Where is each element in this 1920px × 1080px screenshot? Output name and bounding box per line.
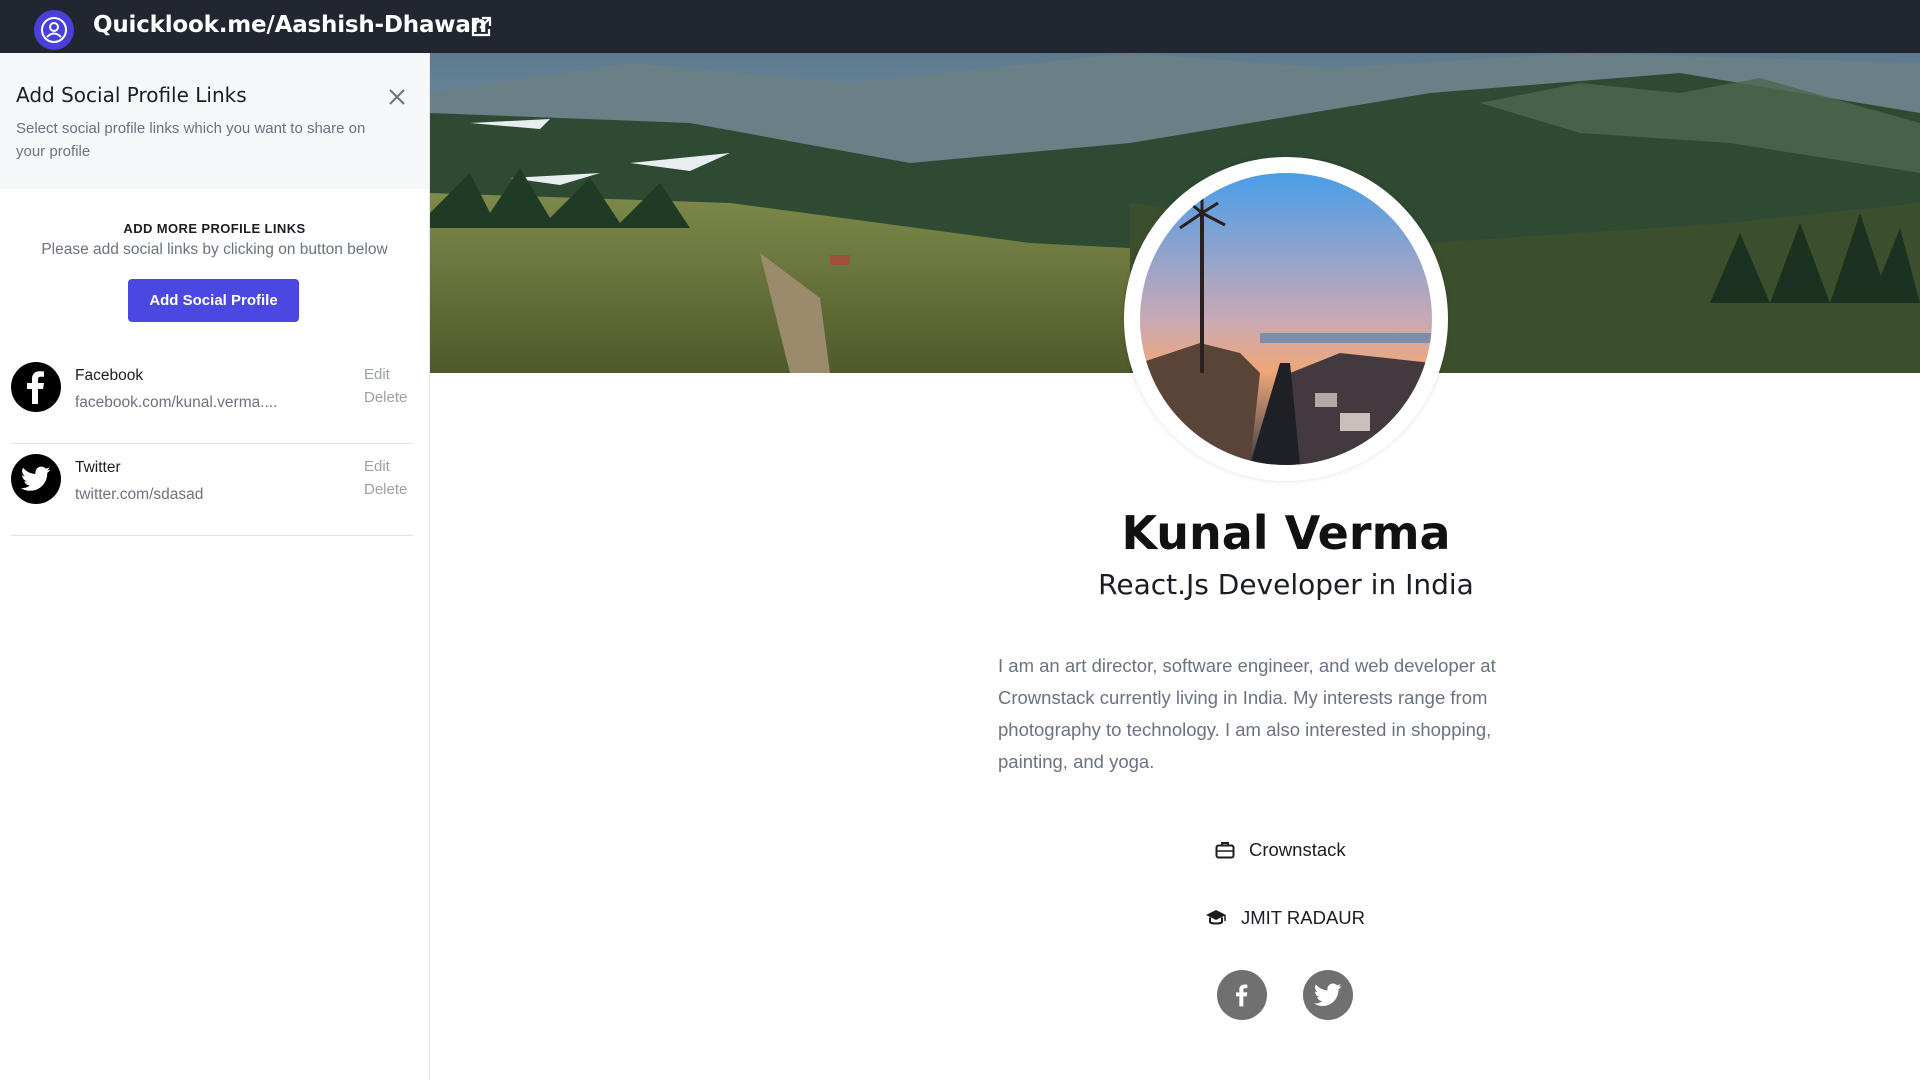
delete-link-button[interactable]: Delete xyxy=(364,481,407,498)
education-name: JMIT RADAUR xyxy=(1241,907,1366,928)
social-links-panel: Add Social Profile Links Select social p… xyxy=(0,53,430,1080)
company-name: Crownstack xyxy=(1249,839,1346,860)
twitter-icon xyxy=(11,454,61,504)
facebook-icon[interactable] xyxy=(1217,970,1267,1020)
panel-header: Add Social Profile Links Select social p… xyxy=(0,53,429,189)
profile-url[interactable]: Quicklook.me/Aashish-Dhawan xyxy=(93,12,487,38)
profile-name: Kunal Verma xyxy=(1121,506,1451,560)
profile-role: React.Js Developer in India xyxy=(1098,568,1474,601)
close-icon[interactable] xyxy=(385,85,409,109)
graduation-cap-icon xyxy=(1206,910,1226,925)
education-line: JMIT RADAUR xyxy=(1205,903,1365,933)
twitter-icon[interactable] xyxy=(1303,970,1353,1020)
edit-link-button[interactable]: Edit xyxy=(364,366,390,383)
add-more-heading: ADD MORE PROFILE LINKS xyxy=(123,221,306,236)
top-bar: Quicklook.me/Aashish-Dhawan xyxy=(0,0,1920,53)
profile-bio: I am an art director, software engineer,… xyxy=(998,655,1496,772)
facebook-icon xyxy=(11,362,61,412)
briefcase-icon xyxy=(1215,842,1235,859)
social-link-url: facebook.com/kunal.verma.... xyxy=(75,394,278,411)
social-link-url: twitter.com/sdasad xyxy=(75,486,204,503)
panel-title: Add Social Profile Links xyxy=(16,83,247,107)
panel-subtitle: Select social profile links which you wa… xyxy=(16,120,366,160)
avatar[interactable] xyxy=(1140,173,1432,465)
add-social-profile-button[interactable]: Add Social Profile xyxy=(128,279,299,322)
edit-link-button[interactable]: Edit xyxy=(364,458,390,475)
social-link-facebook: Facebook facebook.com/kunal.verma.... Ed… xyxy=(11,352,413,444)
add-more-description: Please add social links by clicking on b… xyxy=(41,241,388,258)
company-line: Crownstack xyxy=(1215,835,1346,865)
social-link-name: Facebook xyxy=(75,367,144,384)
delete-link-button[interactable]: Delete xyxy=(364,389,407,406)
external-link-icon[interactable] xyxy=(468,14,494,40)
user-circle-icon[interactable] xyxy=(34,10,74,50)
social-link-twitter: Twitter twitter.com/sdasad Edit Delete xyxy=(11,444,413,536)
social-link-name: Twitter xyxy=(75,459,121,476)
